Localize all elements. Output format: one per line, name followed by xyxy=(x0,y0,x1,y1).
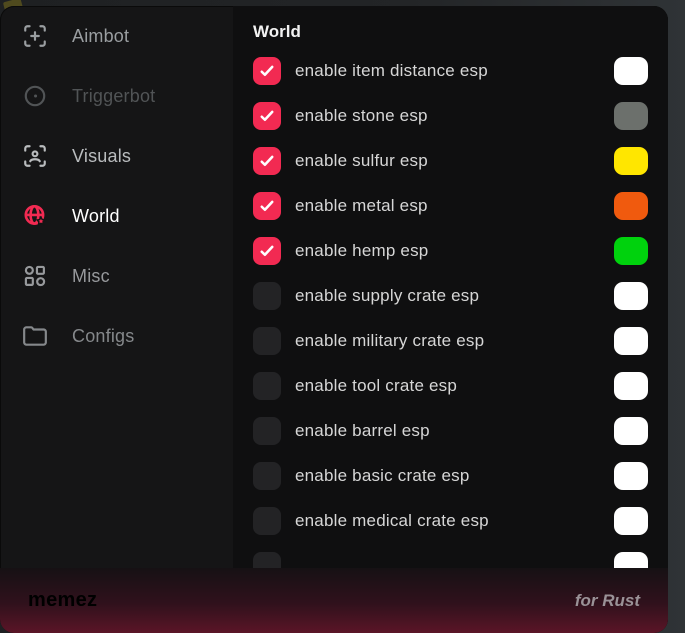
esp-option-row: enable military crate esp xyxy=(253,327,648,355)
esp-color-swatch[interactable] xyxy=(614,462,648,490)
esp-color-swatch[interactable] xyxy=(614,507,648,535)
esp-color-swatch[interactable] xyxy=(614,147,648,175)
cheat-menu-window: AimbotTriggerbotVisualsWorldMiscConfigs … xyxy=(0,6,668,633)
esp-option-row: enable metal esp xyxy=(253,192,648,220)
esp-checkbox[interactable] xyxy=(253,192,281,220)
esp-option-label: enable barrel esp xyxy=(295,421,430,441)
world-panel: World enable item distance esp enable sto… xyxy=(233,6,668,568)
esp-option-row: enable medical crate esp xyxy=(253,507,648,535)
esp-checkbox[interactable] xyxy=(253,507,281,535)
esp-option-label: enable sulfur esp xyxy=(295,151,428,171)
sidebar-item-aimbot[interactable]: Aimbot xyxy=(0,6,233,66)
sidebar-item-label: Configs xyxy=(72,326,134,347)
panel-title: World xyxy=(253,22,648,42)
esp-option-row: enable barrel esp xyxy=(253,417,648,445)
esp-option-label: enable hemp esp xyxy=(295,241,428,261)
categories-icon xyxy=(22,263,48,289)
esp-checkbox[interactable] xyxy=(253,372,281,400)
esp-color-swatch[interactable] xyxy=(614,102,648,130)
footer-bar: memez for Rust xyxy=(0,568,668,633)
esp-option-label: enable supply crate esp xyxy=(295,286,479,306)
esp-option-row: enable supply crate esp xyxy=(253,282,648,310)
sidebar-item-label: Misc xyxy=(72,266,110,287)
esp-color-swatch[interactable] xyxy=(614,327,648,355)
esp-option-row xyxy=(253,552,648,568)
sidebar-item-label: Triggerbot xyxy=(72,86,155,107)
esp-option-label: enable military crate esp xyxy=(295,331,484,351)
sidebar-item-world[interactable]: World xyxy=(0,186,233,246)
esp-option-row: enable item distance esp xyxy=(253,57,648,85)
sidebar-item-label: Aimbot xyxy=(72,26,129,47)
target-icon xyxy=(22,83,48,109)
brand-name: memez xyxy=(28,589,97,612)
esp-option-row: enable basic crate esp xyxy=(253,462,648,490)
scan-face-icon xyxy=(22,143,48,169)
esp-color-swatch[interactable] xyxy=(614,192,648,220)
esp-checkbox[interactable] xyxy=(253,282,281,310)
esp-color-swatch[interactable] xyxy=(614,372,648,400)
esp-option-label: enable tool crate esp xyxy=(295,376,457,396)
esp-option-row: enable stone esp xyxy=(253,102,648,130)
esp-checkbox[interactable] xyxy=(253,57,281,85)
esp-color-swatch[interactable] xyxy=(614,282,648,310)
esp-option-row: enable sulfur esp xyxy=(253,147,648,175)
esp-option-row: enable hemp esp xyxy=(253,237,648,265)
footer-tagline: for Rust xyxy=(575,591,640,611)
esp-checkbox[interactable] xyxy=(253,552,281,568)
sidebar-item-visuals[interactable]: Visuals xyxy=(0,126,233,186)
sidebar-item-configs[interactable]: Configs xyxy=(0,306,233,366)
esp-option-label: enable item distance esp xyxy=(295,61,488,81)
sidebar-item-triggerbot[interactable]: Triggerbot xyxy=(0,66,233,126)
globe-star-icon xyxy=(22,203,48,229)
esp-color-swatch[interactable] xyxy=(614,237,648,265)
esp-option-label: enable stone esp xyxy=(295,106,428,126)
esp-color-swatch[interactable] xyxy=(614,417,648,445)
esp-checkbox[interactable] xyxy=(253,462,281,490)
esp-option-label: enable basic crate esp xyxy=(295,466,470,486)
esp-color-swatch[interactable] xyxy=(614,57,648,85)
esp-options-list: enable item distance esp enable stone esp… xyxy=(253,57,648,568)
esp-option-label: enable metal esp xyxy=(295,196,428,216)
scan-crosshair-icon xyxy=(22,23,48,49)
sidebar-item-label: Visuals xyxy=(72,146,131,167)
esp-option-row: enable tool crate esp xyxy=(253,372,648,400)
esp-checkbox[interactable] xyxy=(253,417,281,445)
sidebar-item-label: World xyxy=(72,206,120,227)
sidebar-nav: Aimbot Triggerbot Visuals World Misc Configs xyxy=(0,6,233,568)
folder-icon xyxy=(22,323,48,349)
esp-option-label: enable medical crate esp xyxy=(295,511,489,531)
esp-checkbox[interactable] xyxy=(253,327,281,355)
esp-checkbox[interactable] xyxy=(253,147,281,175)
esp-checkbox[interactable] xyxy=(253,102,281,130)
esp-checkbox[interactable] xyxy=(253,237,281,265)
esp-color-swatch[interactable] xyxy=(614,552,648,568)
sidebar-item-misc[interactable]: Misc xyxy=(0,246,233,306)
